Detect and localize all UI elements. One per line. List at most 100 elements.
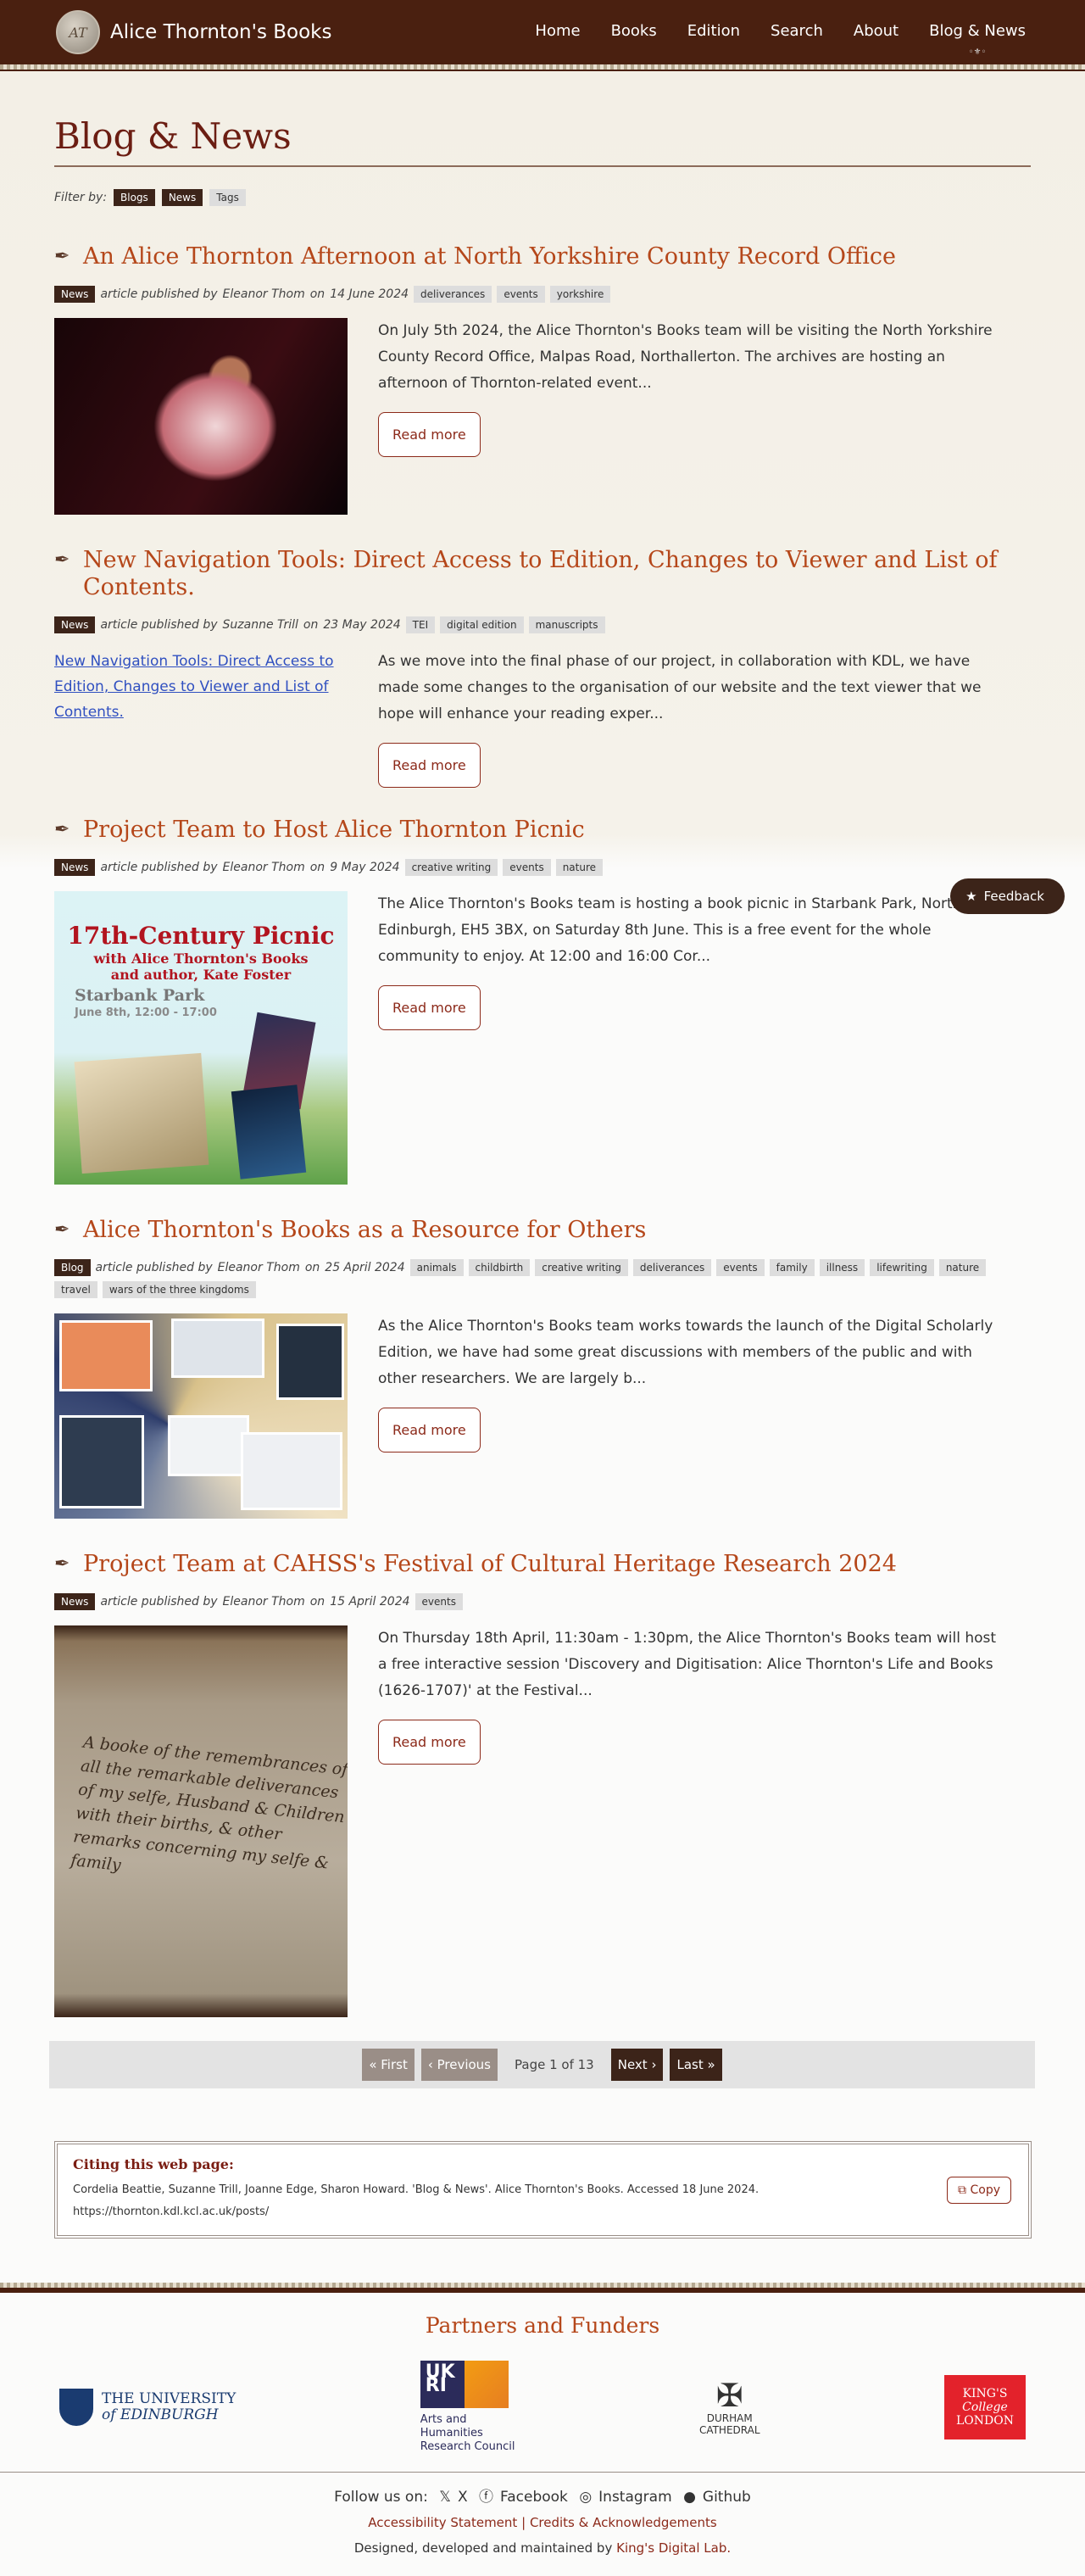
post-tag[interactable]: nature [938, 1259, 987, 1276]
site-title: Alice Thornton's Books [110, 21, 332, 43]
post-tag[interactable]: animals [409, 1259, 464, 1276]
accessibility-link[interactable]: Accessibility Statement [368, 2515, 517, 2530]
social-github[interactable]: ● Github [680, 2489, 754, 2506]
post-thumbnail[interactable]: A booke of the remembrances of all the r… [54, 1625, 348, 2017]
nav-home[interactable]: Home [535, 22, 580, 43]
partners-section: Partners and Funders THE UNIVERSITY of ED… [0, 2293, 1085, 2458]
post-type-badge[interactable]: News [54, 1593, 96, 1610]
post-tag[interactable]: deliverances [414, 286, 492, 303]
post-type-badge[interactable]: News [54, 859, 96, 876]
post-tag[interactable]: yorkshire [549, 286, 611, 303]
durham-cathedral-logo[interactable]: ✠ DURHAM CATHEDRAL [699, 2378, 760, 2436]
read-more-button[interactable]: Read more [378, 1408, 481, 1452]
post-tag[interactable]: digital edition [440, 616, 524, 633]
read-more-button[interactable]: Read more [378, 412, 481, 457]
post-tag[interactable]: childbirth [468, 1259, 531, 1276]
post-meta: News article published by Eleanor Thom o… [54, 286, 1031, 303]
social-facebook[interactable]: ⓕ Facebook [476, 2489, 571, 2506]
credits-link[interactable]: Credits & Acknowledgements [530, 2515, 717, 2530]
post-thumbnail-broken[interactable]: New Navigation Tools: Direct Access to E… [54, 649, 348, 730]
post-title: ✒ Project Team at CAHSS's Festival of Cu… [54, 1551, 1031, 1578]
social-x[interactable]: 𝕏X [436, 2489, 470, 2506]
post-tag[interactable]: events [497, 286, 545, 303]
read-more-button[interactable]: Read more [378, 1720, 481, 1765]
post-title-link[interactable]: Project Team to Host Alice Thornton Picn… [83, 817, 585, 844]
pagination-first[interactable]: « First [362, 2049, 415, 2081]
university-of-edinburgh-logo[interactable]: THE UNIVERSITY of EDINBURGH [59, 2389, 236, 2426]
social-facebook-label: Facebook [500, 2489, 568, 2506]
post-thumbnail[interactable]: 17th-Century Picnic with Alice Thornton'… [54, 891, 348, 1185]
post-tag[interactable]: wars of the three kingdoms [102, 1281, 256, 1298]
pagination-previous[interactable]: ‹ Previous [420, 2049, 498, 2081]
post-tag[interactable]: events [716, 1259, 765, 1276]
post-author: Eleanor Thom [217, 1261, 300, 1274]
filter-tags[interactable]: Tags [209, 189, 246, 206]
nav-books[interactable]: Books [611, 22, 657, 43]
post-byline: article published by [100, 618, 218, 632]
post-title-link[interactable]: Project Team at CAHSS's Festival of Cult… [83, 1551, 897, 1578]
post-tag[interactable]: creative writing [404, 859, 498, 876]
kdl-link[interactable]: King's Digital Lab. [616, 2540, 731, 2556]
poster-sub2: and author, Kate Foster [110, 967, 292, 983]
site-brand[interactable]: AT Alice Thornton's Books [56, 10, 331, 54]
post-meta: News article published by Suzanne Trill … [54, 616, 1031, 633]
post-tag[interactable]: nature [555, 859, 604, 876]
post-excerpt: The Alice Thornton's Books team is hosti… [378, 895, 962, 965]
post-meta: News article published by Eleanor Thom o… [54, 859, 1031, 876]
copy-label: Copy [970, 2183, 1000, 2197]
post-title-link[interactable]: Alice Thornton's Books as a Resource for… [83, 1217, 646, 1244]
pagination-next[interactable]: Next › [610, 2049, 664, 2081]
instagram-icon: ◎ [579, 2489, 593, 2506]
post-on: on [303, 618, 319, 632]
edinburgh-line1: THE UNIVERSITY [102, 2390, 236, 2407]
read-more-button[interactable]: Read more [378, 985, 481, 1030]
post-tag[interactable]: manuscripts [528, 616, 605, 633]
footer-credit: Designed, developed and maintained by Ki… [0, 2535, 1085, 2561]
post-tag[interactable]: lifewriting [870, 1259, 934, 1276]
ahrc-line2: Humanities [420, 2427, 483, 2439]
post-thumbnail[interactable] [54, 318, 348, 515]
citation-box: Citing this web page: Cordelia Beattie, … [54, 2141, 1032, 2239]
post-on: on [309, 287, 326, 301]
post-title-link[interactable]: An Alice Thornton Afternoon at North Yor… [83, 243, 896, 270]
post-tag[interactable]: illness [819, 1259, 865, 1276]
post-tag[interactable]: events [415, 1593, 463, 1610]
copy-citation-button[interactable]: ⧉ Copy [947, 2177, 1011, 2204]
post-card: ✒ New Navigation Tools: Direct Access to… [54, 547, 1031, 788]
post-tag[interactable]: family [769, 1259, 815, 1276]
feedback-button[interactable]: ★ Feedback [950, 878, 1065, 914]
footer-border [0, 2283, 1085, 2293]
post-card: ✒ Project Team to Host Alice Thornton Pi… [54, 817, 1031, 1185]
post-title-link[interactable]: New Navigation Tools: Direct Access to E… [83, 547, 1031, 601]
book-cover-image [231, 1084, 307, 1179]
feedback-label: Feedback [983, 889, 1044, 904]
filter-blogs[interactable]: Blogs [114, 189, 155, 206]
read-more-button[interactable]: Read more [378, 743, 481, 788]
pagination-last[interactable]: Last » [670, 2049, 722, 2081]
artwork-card [171, 1319, 264, 1378]
nav-search[interactable]: Search [771, 22, 823, 43]
star-icon: ★ [965, 889, 977, 904]
post-tag[interactable]: events [503, 859, 551, 876]
ahrc-logo[interactable]: UK RI Arts and Humanities Research Counci… [420, 2361, 515, 2454]
nav-edition[interactable]: Edition [687, 22, 740, 43]
nav-about[interactable]: About [854, 22, 899, 43]
social-instagram[interactable]: ◎ Instagram [576, 2489, 675, 2506]
footer-separator: | [521, 2515, 526, 2530]
post-type-badge[interactable]: Blog [54, 1259, 91, 1276]
pagination-status: Page 1 of 13 [515, 2057, 594, 2072]
post-thumbnail[interactable] [54, 1313, 348, 1519]
main-content: Blog & News Filter by: Blogs News Tags ✒… [0, 71, 1085, 2239]
post-tag[interactable]: deliverances [632, 1259, 712, 1276]
kings-college-london-logo[interactable]: KING'S College LONDON [944, 2375, 1026, 2439]
filter-news[interactable]: News [161, 189, 203, 206]
post-type-badge[interactable]: News [54, 616, 96, 633]
nav-blog-news[interactable]: Blog & News [929, 22, 1026, 43]
social-links: Follow us on: 𝕏X ⓕ Facebook ◎ Instagram ● G… [0, 2484, 1085, 2510]
post-tag[interactable]: travel [54, 1281, 97, 1298]
post-type-badge[interactable]: News [54, 286, 96, 303]
previous-icon: ‹ [427, 2057, 437, 2072]
post-tag[interactable]: creative writing [535, 1259, 628, 1276]
social-x-label: X [457, 2489, 468, 2506]
post-tag[interactable]: TEI [405, 616, 436, 633]
